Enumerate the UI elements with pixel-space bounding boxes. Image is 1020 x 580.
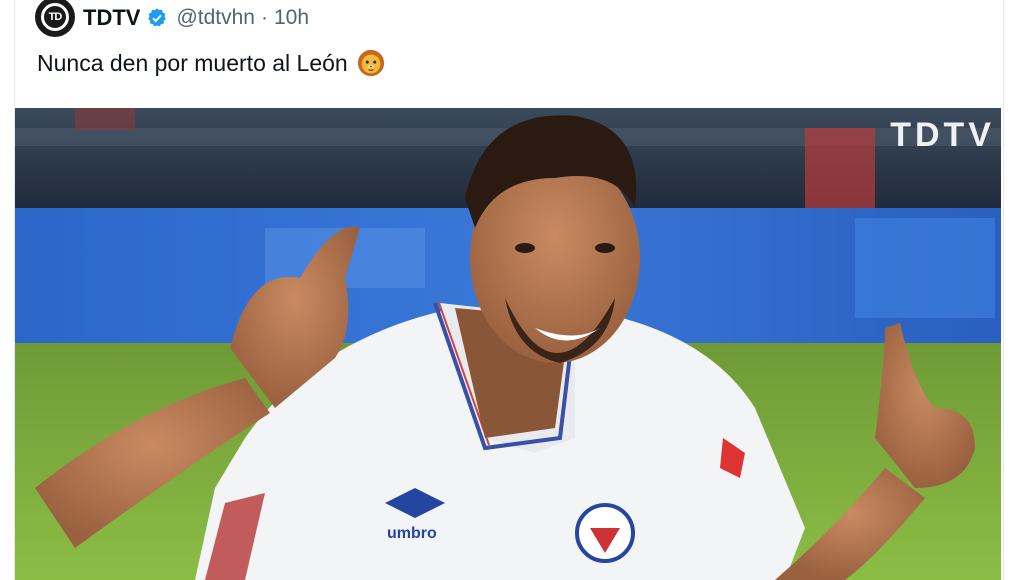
timestamp[interactable]: 10h <box>274 6 309 30</box>
photo-player-celebrating-icon: umbro <box>15 108 1001 580</box>
tweet-text-content: Nunca den por muerto al León <box>37 49 348 76</box>
tweet-text: Nunca den por muerto al León <box>37 48 386 78</box>
tweet-card[interactable]: TD TDTV @tdtvhn · 10h Nunca den por muer… <box>14 0 1004 580</box>
tweet-header: TD TDTV @tdtvhn · 10h <box>35 0 309 37</box>
display-name[interactable]: TDTV <box>83 5 140 31</box>
separator-dot: · <box>260 6 268 29</box>
lion-face-emoji-icon <box>357 49 384 77</box>
shirt-brand-label: umbro <box>387 525 437 542</box>
handle[interactable]: @tdtvhn <box>176 6 255 30</box>
tdtv-logo-icon: TD <box>41 3 69 31</box>
avatar[interactable]: TD <box>35 0 75 37</box>
tdtv-watermark: TDTV <box>890 116 995 154</box>
tweet-media-photo[interactable]: umbro TDTV <box>15 108 1001 580</box>
verified-badge-icon <box>148 8 167 27</box>
